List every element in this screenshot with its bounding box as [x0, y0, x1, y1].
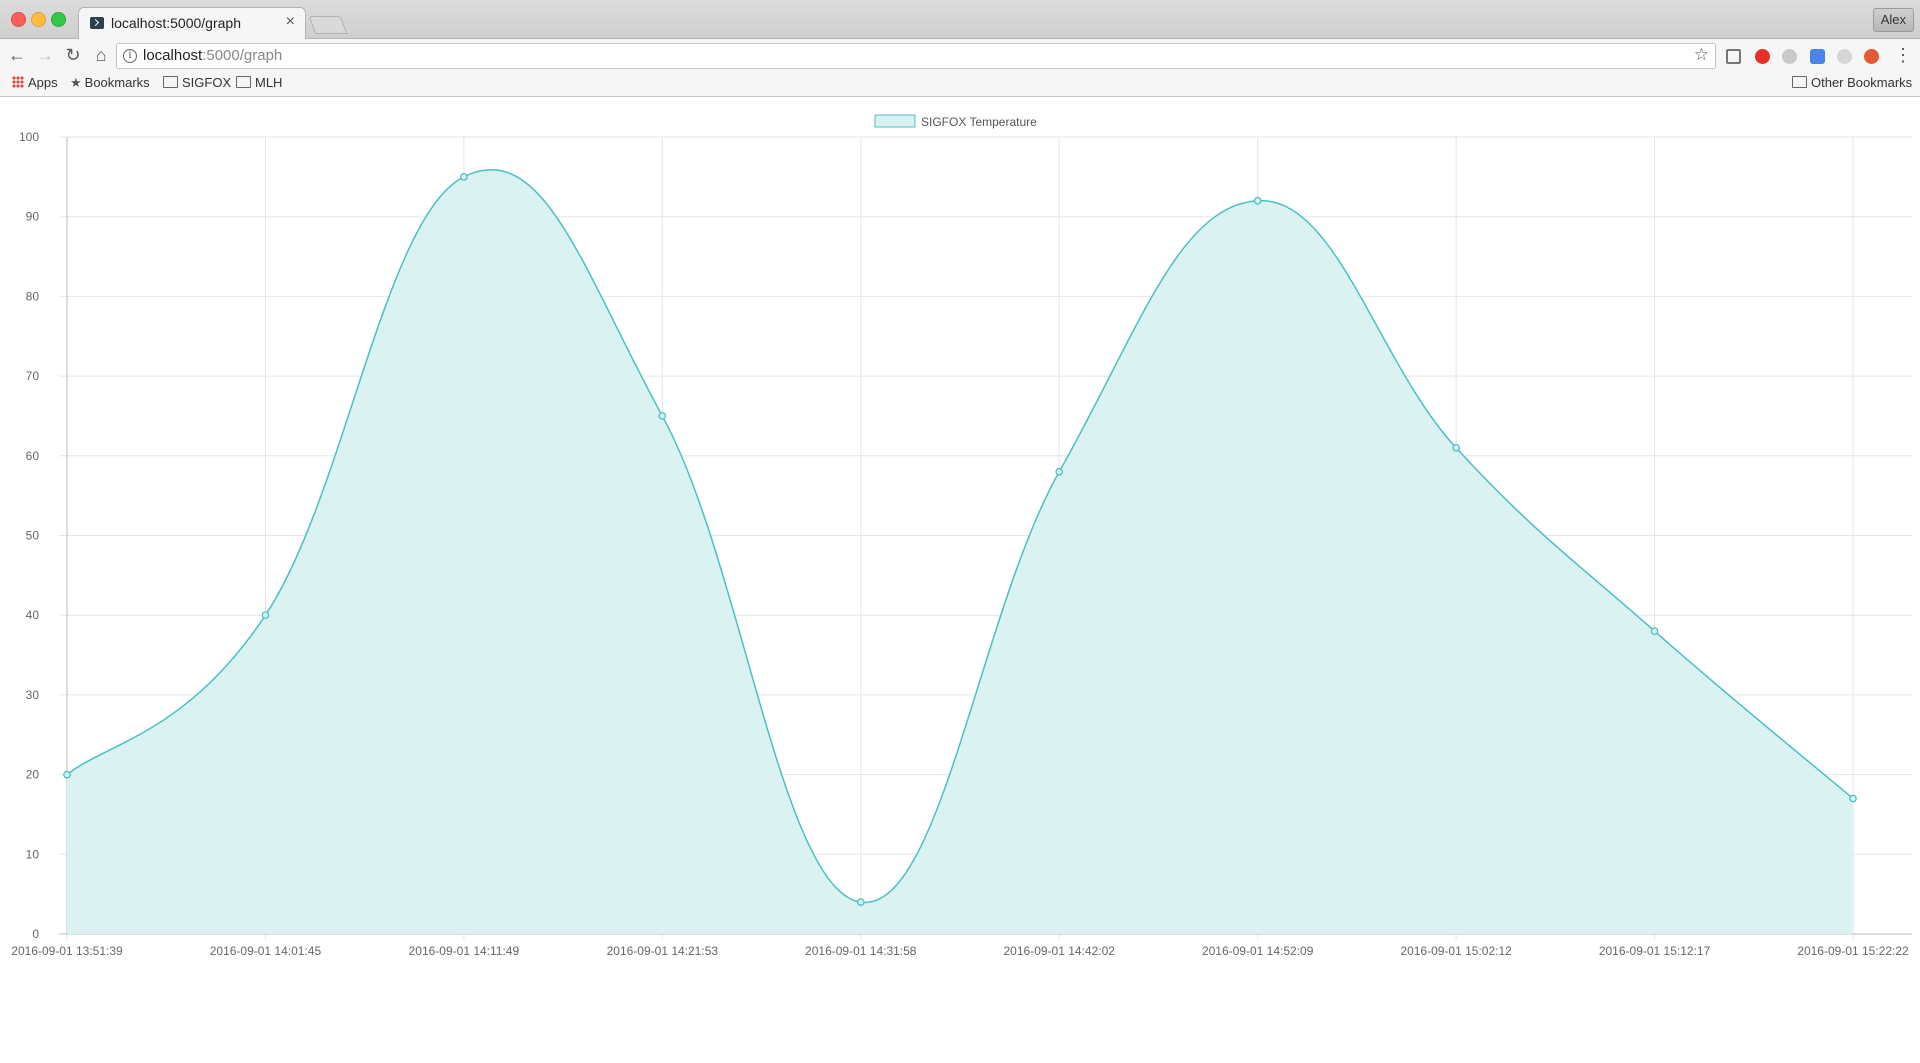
y-tick-label: 100 — [19, 130, 39, 144]
x-axis-ticks: 2016-09-01 13:51:39 2016-09-01 14:01:45 20… — [11, 944, 1909, 958]
x-tick-label: 2016-09-01 15:02:12 — [1400, 944, 1512, 958]
m-extension-icon[interactable] — [1837, 49, 1852, 64]
data-point — [1055, 467, 1064, 476]
browser-tab-active[interactable]: localhost:5000/graph × — [78, 7, 306, 39]
chart-container: 0 10 20 30 40 50 60 70 80 90 100 2016-09-01 13:51:… — [0, 97, 1920, 1058]
forward-arrow-icon[interactable]: → — [34, 45, 56, 65]
x-tick-label: 2016-09-01 14:52:09 — [1202, 944, 1314, 958]
bookmark-other[interactable]: Other Bookmarks — [1792, 75, 1912, 90]
home-icon[interactable]: ⌂ — [90, 45, 112, 65]
data-point — [63, 770, 71, 779]
y-tick-label: 60 — [26, 449, 40, 463]
series-area-fill — [67, 169, 1853, 935]
y-tick-label: 10 — [26, 847, 40, 861]
window-titlebar: localhost:5000/graph × Alex — [0, 0, 1920, 39]
x-tick-label: 2016-09-01 15:12:17 — [1599, 944, 1711, 958]
folder-icon — [163, 76, 178, 88]
tab-close-icon[interactable]: × — [286, 13, 295, 31]
legend-label: SIGFOX Temperature — [921, 115, 1037, 129]
eyedropper-extension-icon[interactable] — [1726, 49, 1741, 64]
cloud-extension-icon[interactable] — [1782, 49, 1797, 64]
folder-icon — [1792, 76, 1807, 88]
profile-button[interactable]: Alex — [1872, 8, 1914, 32]
legend-swatch — [874, 114, 916, 128]
x-tick-label: 2016-09-01 15:22:22 — [1797, 944, 1909, 958]
bookmark-sigfox[interactable]: SIGFOX — [163, 75, 231, 90]
bookmark-bookmarks[interactable]: ★ Bookmarks — [70, 75, 150, 91]
y-tick-label: 0 — [32, 927, 39, 941]
back-arrow-icon[interactable]: ← — [6, 45, 28, 65]
data-point — [856, 898, 865, 906]
translate-extension-icon[interactable] — [1810, 49, 1825, 64]
opera-extension-icon[interactable] — [1755, 49, 1770, 64]
x-tick-label: 2016-09-01 14:01:45 — [210, 944, 322, 958]
y-tick-label: 20 — [26, 768, 40, 782]
data-point — [1650, 627, 1659, 635]
minimize-window-button[interactable] — [31, 12, 46, 27]
y-tick-label: 50 — [26, 529, 40, 543]
bookmark-apps[interactable]: Apps — [12, 75, 58, 90]
y-tick-label: 80 — [26, 289, 40, 303]
folder-icon — [236, 76, 251, 88]
data-point — [1253, 196, 1262, 205]
url-text: localhost:5000/graph — [143, 47, 283, 64]
y-tick-label: 30 — [26, 688, 40, 702]
chart-legend: SIGFOX Temperature — [874, 114, 1037, 129]
terminal-favicon-icon — [90, 17, 104, 29]
y-axis-ticks: 0 10 20 30 40 50 60 70 80 90 100 — [19, 130, 39, 941]
y-tick-label: 70 — [26, 369, 40, 383]
y-tick-label: 90 — [26, 210, 40, 224]
bookmarks-bar: Apps ★ Bookmarks SIGFOX MLH Other Bookmar… — [0, 71, 1920, 97]
data-point — [1849, 794, 1857, 803]
x-tick-label: 2016-09-01 14:11:49 — [409, 944, 520, 958]
browser-toolbar: ← → ↻ ⌂ i localhost:5000/graph ☆ ⋮ — [0, 39, 1920, 71]
bookmark-mlh[interactable]: MLH — [236, 75, 282, 90]
tab-title: localhost:5000/graph — [111, 15, 241, 31]
x-tick-label: 2016-09-01 14:31:58 — [805, 944, 917, 958]
data-point — [1452, 443, 1460, 452]
x-tick-label: 2016-09-01 13:51:39 — [11, 944, 123, 958]
new-tab-button[interactable] — [308, 16, 348, 34]
reload-icon[interactable]: ↻ — [62, 45, 84, 65]
x-tick-label: 2016-09-01 14:21:53 — [607, 944, 719, 958]
bookmark-star-icon[interactable]: ☆ — [1694, 45, 1709, 65]
maximize-window-button[interactable] — [51, 12, 66, 27]
data-point — [460, 173, 468, 181]
x-tick-label: 2016-09-01 14:42:02 — [1004, 944, 1116, 958]
data-point — [658, 412, 667, 420]
address-bar[interactable]: i localhost:5000/graph ☆ — [116, 43, 1716, 69]
pocket-extension-icon[interactable] — [1864, 49, 1879, 64]
browser-menu-icon[interactable]: ⋮ — [1894, 45, 1912, 66]
temperature-chart: 0 10 20 30 40 50 60 70 80 90 100 2016-09-01 13:51:… — [11, 114, 1912, 958]
info-icon[interactable]: i — [123, 49, 137, 63]
apps-grid-icon — [12, 76, 24, 88]
data-point — [261, 611, 270, 620]
y-tick-label: 40 — [26, 608, 40, 622]
star-icon: ★ — [70, 75, 82, 90]
close-window-button[interactable] — [11, 12, 26, 27]
